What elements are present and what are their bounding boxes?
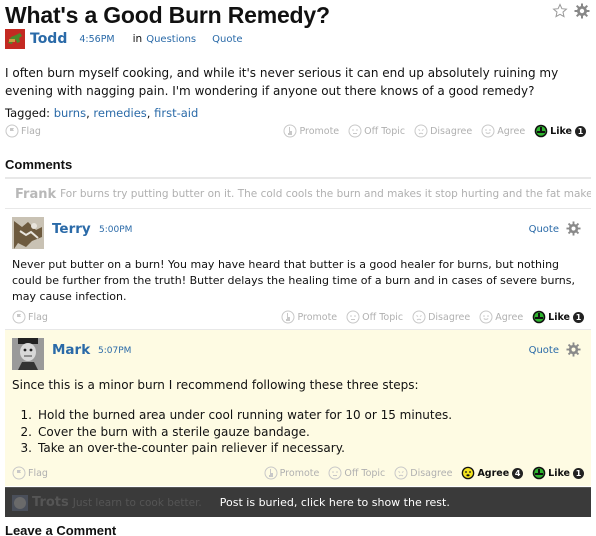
promote-button[interactable]: Promote xyxy=(264,466,319,480)
smile-face-icon xyxy=(479,310,493,324)
divider xyxy=(5,177,591,179)
agree-smile-icon xyxy=(462,466,475,480)
flag-button[interactable]: Flag xyxy=(5,124,41,138)
frown-face-icon xyxy=(394,466,408,480)
leave-comment-heading: Leave a Comment xyxy=(5,523,117,536)
disagree-button[interactable]: Disagree xyxy=(412,310,470,324)
comment-time: 5:07PM xyxy=(98,346,132,356)
question-title: What's a Good Burn Remedy? xyxy=(5,2,330,28)
like-button[interactable]: Like 1 xyxy=(532,310,584,324)
like-icon xyxy=(532,466,546,480)
quote-button[interactable]: Quote xyxy=(212,34,242,45)
off-topic-button[interactable]: Off Topic xyxy=(328,466,385,480)
tagged-label: Tagged: xyxy=(5,106,51,120)
tags-line: Tagged: burns, remedies, first-aid xyxy=(5,106,199,120)
author-link[interactable]: Todd xyxy=(30,31,67,47)
comment-body: Since this is a minor burn I recommend f… xyxy=(12,378,419,392)
comment-time: 5:00PM xyxy=(99,225,133,235)
flag-button[interactable]: Flag xyxy=(12,310,48,324)
avatar xyxy=(12,494,28,511)
off-topic-button[interactable]: Off Topic xyxy=(346,310,403,324)
promote-button[interactable]: Promote xyxy=(283,124,339,138)
comment-actions: Flag Promote Off Topic Disagree Agree 4 … xyxy=(12,464,584,482)
agree-button[interactable]: Agree xyxy=(479,310,523,324)
avatar[interactable] xyxy=(12,338,44,370)
collapsed-comment[interactable]: Frank For burns try putting butter on it… xyxy=(5,183,591,205)
steps-list: 1. Hold the burned area under cool runnin… xyxy=(12,407,453,457)
promote-icon xyxy=(281,310,295,324)
comments-heading: Comments xyxy=(5,157,73,172)
off-topic-button[interactable]: Off Topic xyxy=(348,124,405,138)
promote-button[interactable]: Promote xyxy=(281,310,337,324)
comment: Terry 5:00PM Quote Never put butter on a… xyxy=(5,209,591,329)
post-time: 4:56PM xyxy=(79,33,115,45)
neutral-face-icon xyxy=(348,124,362,138)
agree-count: 4 xyxy=(512,467,524,479)
question-actions: Flag Promote Off Topic Disagree Agree Li… xyxy=(5,122,586,140)
category-link[interactable]: Questions xyxy=(146,34,196,45)
quote-button[interactable]: Quote xyxy=(529,345,559,356)
flag-button[interactable]: Flag xyxy=(12,466,48,480)
flag-icon xyxy=(12,310,26,324)
comment-snippet: Just learn to cook better. xyxy=(72,496,202,509)
quote-button[interactable]: Quote xyxy=(529,224,559,235)
show-buried-link[interactable]: Post is buried, click here to show the r… xyxy=(220,496,450,509)
comment-author: Trots xyxy=(32,495,69,510)
in-label: in xyxy=(132,33,143,45)
neutral-face-icon xyxy=(346,310,360,324)
disagree-button[interactable]: Disagree xyxy=(394,466,452,480)
neutral-face-icon xyxy=(328,466,342,480)
frown-face-icon xyxy=(414,124,428,138)
star-icon[interactable] xyxy=(552,3,568,19)
flag-icon xyxy=(12,466,26,480)
like-count: 1 xyxy=(573,467,584,479)
comment-snippet: For burns try putting butter on it. The … xyxy=(60,188,591,200)
comment-actions: Flag Promote Off Topic Disagree Agree Li… xyxy=(12,308,584,326)
comment-highlighted: Mark 5:07PM Quote Since this is a minor … xyxy=(5,330,591,486)
agree-button[interactable]: Agree xyxy=(481,124,525,138)
like-button[interactable]: Like 1 xyxy=(534,124,586,138)
agree-button[interactable]: Agree 4 xyxy=(461,466,524,480)
list-item: 3. Take an over-the-counter pain reliever… xyxy=(20,441,345,455)
question-body: I often burn myself cooking, and while i… xyxy=(5,66,559,98)
promote-icon xyxy=(264,466,278,480)
question-byline: Todd 4:56PM in Questions Quote xyxy=(5,29,243,49)
flag-icon xyxy=(5,124,19,138)
comment-author: Frank xyxy=(15,186,57,202)
list-item: 2. Cover the burn with a sterile gauze ba… xyxy=(20,424,310,439)
tag-link[interactable]: remedies xyxy=(93,106,146,120)
like-icon xyxy=(534,124,548,138)
like-button[interactable]: Like 1 xyxy=(532,466,584,480)
smile-face-icon xyxy=(481,124,495,138)
like-count: 1 xyxy=(575,125,586,137)
comment-author[interactable]: Mark xyxy=(52,342,90,358)
gear-icon[interactable] xyxy=(566,342,581,357)
like-icon xyxy=(532,310,546,324)
list-item: 1. Hold the burned area under cool runnin… xyxy=(20,408,453,422)
tag-link[interactable]: burns xyxy=(54,106,86,120)
disagree-button[interactable]: Disagree xyxy=(414,124,472,138)
tag-link[interactable]: first-aid xyxy=(154,106,198,120)
avatar[interactable] xyxy=(12,217,44,249)
gear-icon[interactable] xyxy=(574,3,590,19)
comment-author[interactable]: Terry xyxy=(52,221,91,237)
avatar[interactable] xyxy=(5,29,25,49)
promote-icon xyxy=(283,124,297,138)
gear-icon[interactable] xyxy=(566,221,581,236)
frown-face-icon xyxy=(412,310,426,324)
buried-comment[interactable]: Trots Just learn to cook better. Post is… xyxy=(5,487,591,517)
comment-body: Never put butter on a burn! You may have… xyxy=(12,258,575,303)
like-count: 1 xyxy=(573,311,584,323)
